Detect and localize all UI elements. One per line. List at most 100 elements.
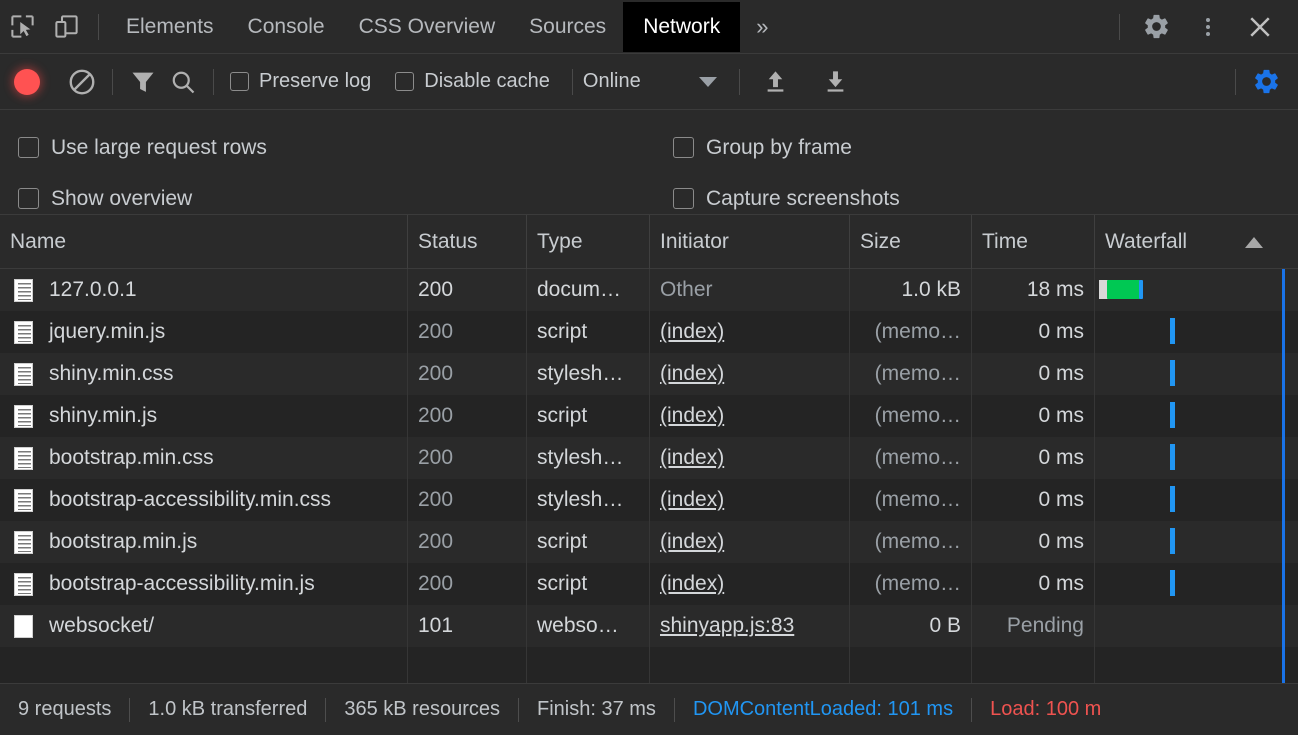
waterfall-download-bar — [1107, 280, 1140, 299]
transferred-size: 1.0 kB transferred — [148, 698, 308, 720]
dom-content-loaded-marker — [1282, 521, 1285, 563]
tab-sources[interactable]: Sources — [512, 3, 623, 51]
tab-network[interactable]: Network — [623, 1, 741, 52]
preserve-log-label: Preserve log — [259, 70, 372, 92]
show-overview-checkbox[interactable]: Show overview — [18, 187, 673, 211]
search-icon[interactable] — [163, 62, 203, 102]
request-name: bootstrap.min.css — [49, 446, 214, 469]
cell-initiator: (index) — [650, 563, 850, 605]
cell-name: bootstrap.min.css — [0, 437, 408, 479]
initiator-value[interactable]: (index) — [660, 446, 724, 470]
cell-name: bootstrap.min.js — [0, 521, 408, 563]
status-divider-2 — [325, 697, 327, 722]
column-header-waterfall-label: Waterfall — [1105, 229, 1188, 253]
table-row[interactable]: bootstrap.min.css 200 stylesh… (index) (memo… — [0, 437, 1298, 479]
cell-initiator: (index) — [650, 353, 850, 395]
initiator-value[interactable]: (index) — [660, 404, 724, 428]
cell-status: 200 — [408, 311, 527, 353]
table-row[interactable]: bootstrap-accessibility.min.js 200 script (… — [0, 563, 1298, 605]
use-large-request-rows-checkbox[interactable]: Use large request rows — [18, 136, 673, 160]
preserve-log-checkbox[interactable]: Preserve log — [230, 70, 371, 93]
network-settings-pane: Use large request rows Group by frame Sh… — [0, 110, 1298, 215]
resources-size: 365 kB resources — [344, 698, 500, 720]
column-header-size[interactable]: Size — [850, 214, 972, 269]
network-status-bar: 9 requests 1.0 kB transferred 365 kB res… — [0, 683, 1298, 735]
disable-cache-checkbox[interactable]: Disable cache — [395, 70, 550, 93]
request-name: shiny.min.css — [49, 362, 174, 385]
cell-status: 101 — [408, 605, 527, 647]
cell-name: bootstrap-accessibility.min.js — [0, 563, 408, 605]
dom-content-loaded-marker — [1282, 563, 1285, 605]
cell-type: script — [527, 395, 650, 437]
initiator-value[interactable]: (index) — [660, 362, 724, 386]
cell-type: stylesh… — [527, 479, 650, 521]
column-header-time[interactable]: Time — [972, 214, 1095, 269]
column-header-waterfall[interactable]: Waterfall — [1095, 215, 1298, 269]
cell-type: script — [527, 521, 650, 563]
initiator-value[interactable]: (index) — [660, 320, 724, 344]
waterfall-tick — [1170, 402, 1175, 428]
cell-waterfall — [1095, 437, 1298, 479]
table-row[interactable]: websocket/101 webso… shinyapp.js:83 0 B Pend… — [0, 605, 1298, 647]
inspect-element-icon[interactable] — [0, 7, 44, 47]
record-button[interactable] — [14, 68, 40, 95]
cell-time: 0 ms — [972, 479, 1095, 521]
toolbar-divider-2 — [213, 68, 214, 95]
capture-screenshots-checkbox[interactable]: Capture screenshots — [673, 187, 900, 211]
column-header-type[interactable]: Type — [527, 214, 650, 269]
cell-initiator: (index) — [650, 521, 850, 563]
throttling-value: Online — [582, 70, 641, 92]
table-row[interactable]: shiny.min.css 200 stylesh… (index) (memo… 0 m… — [0, 353, 1298, 395]
clear-button[interactable] — [62, 62, 102, 102]
dom-content-loaded-marker — [1282, 353, 1285, 395]
toolbar-divider-3 — [571, 68, 573, 95]
column-header-status[interactable]: Status — [408, 214, 527, 269]
document-icon — [14, 488, 33, 512]
throttling-dropdown[interactable]: Online — [583, 70, 717, 93]
close-icon[interactable] — [1234, 7, 1286, 47]
document-icon — [14, 530, 33, 554]
more-tabs-button[interactable]: » — [740, 4, 784, 50]
filler-status — [408, 647, 527, 687]
more-options-icon[interactable] — [1182, 7, 1234, 47]
table-row[interactable]: shiny.min.js 200 script (index) (memo… 0 ms — [0, 395, 1298, 437]
document-icon — [14, 320, 33, 344]
column-header-name[interactable]: Name — [0, 214, 408, 269]
cell-initiator: shinyapp.js:83 — [650, 605, 850, 647]
filter-icon[interactable] — [123, 62, 163, 102]
use-large-request-rows-box — [18, 137, 39, 158]
cell-waterfall — [1095, 479, 1298, 521]
network-request-table: Name Status Type Initiator Size Time Wat… — [0, 214, 1298, 687]
cell-initiator: (index) — [650, 479, 850, 521]
cell-name: shiny.min.css — [0, 353, 408, 395]
column-header-initiator[interactable]: Initiator — [650, 214, 850, 269]
import-har-icon[interactable] — [756, 62, 796, 102]
initiator-value[interactable]: shinyapp.js:83 — [660, 614, 794, 638]
blank-file-icon — [14, 614, 33, 638]
devtools-tabbar: Elements Console CSS Overview Sources Ne… — [0, 0, 1298, 54]
table-row[interactable]: jquery.min.js 200 script (index) (memo… 0 ms — [0, 311, 1298, 353]
table-row[interactable]: bootstrap-accessibility.min.css 200 styles… — [0, 479, 1298, 521]
export-har-icon[interactable] — [816, 62, 856, 102]
gear-icon[interactable] — [1130, 7, 1182, 47]
device-toolbar-icon[interactable] — [44, 7, 88, 47]
request-name: 127.0.0.1 — [49, 278, 137, 301]
initiator-value[interactable]: (index) — [660, 572, 724, 596]
table-row[interactable]: 127.0.0.1 200 docum… Other 1.0 kB 18 ms — [0, 269, 1298, 311]
tab-css-overview[interactable]: CSS Overview — [342, 3, 513, 51]
tab-console[interactable]: Console — [231, 3, 342, 51]
cell-status: 200 — [408, 353, 527, 395]
initiator-value[interactable]: (index) — [660, 530, 724, 554]
status-divider-1 — [129, 697, 131, 722]
cell-waterfall — [1095, 605, 1298, 647]
cell-time: Pending — [972, 605, 1095, 647]
tab-elements[interactable]: Elements — [109, 3, 231, 51]
initiator-value[interactable]: (index) — [660, 488, 724, 512]
table-row[interactable]: bootstrap.min.js 200 script (index) (memo… 0 … — [0, 521, 1298, 563]
network-settings-gear-icon[interactable] — [1246, 62, 1286, 102]
cell-status: 200 — [408, 437, 527, 479]
cell-time: 0 ms — [972, 437, 1095, 479]
document-icon — [14, 572, 33, 596]
cell-type: stylesh… — [527, 353, 650, 395]
group-by-frame-checkbox[interactable]: Group by frame — [673, 136, 852, 160]
